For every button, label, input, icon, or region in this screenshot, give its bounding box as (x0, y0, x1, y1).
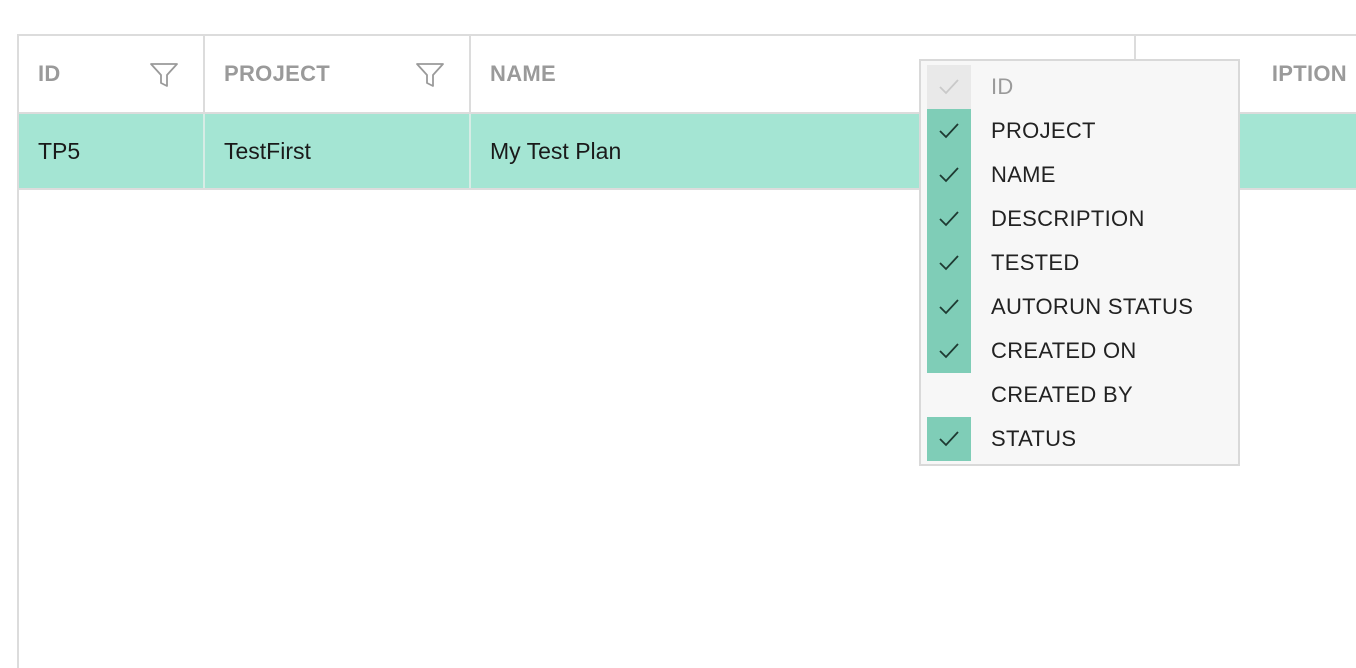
checkbox[interactable] (927, 65, 971, 109)
menu-item-status[interactable]: STATUS (927, 417, 1238, 461)
checkmark-icon (939, 79, 959, 95)
menu-item-label: CREATED ON (991, 338, 1137, 363)
checkmark-icon (939, 343, 959, 359)
menu-item-label: CREATED BY (991, 382, 1133, 407)
menu-item-name[interactable]: NAME (927, 153, 1238, 197)
checkbox[interactable] (927, 109, 971, 153)
column-header-label: NAME (490, 61, 556, 86)
checkbox[interactable] (927, 329, 971, 373)
checkbox[interactable] (927, 373, 971, 417)
menu-item-created-by[interactable]: CREATED BY (927, 373, 1238, 417)
column-chooser-menu: ID PROJECT NAME DESCRIPTION TESTED AUTOR… (919, 59, 1240, 466)
checkbox[interactable] (927, 197, 971, 241)
cell-id[interactable]: TP5 (19, 114, 205, 188)
filter-funnel-icon[interactable] (415, 60, 445, 90)
menu-item-tested[interactable]: TESTED (927, 241, 1238, 285)
menu-item-project[interactable]: PROJECT (927, 109, 1238, 153)
menu-item-label: STATUS (991, 426, 1077, 451)
menu-item-label: NAME (991, 162, 1056, 187)
column-header-label: IPTION (1271, 61, 1347, 86)
menu-item-autorun-status[interactable]: AUTORUN STATUS (927, 285, 1238, 329)
cell-project[interactable]: TestFirst (205, 114, 471, 188)
column-header-project[interactable]: PROJECT (205, 36, 471, 112)
checkbox[interactable] (927, 241, 971, 285)
menu-item-label: PROJECT (991, 118, 1096, 143)
checkmark-icon (939, 211, 959, 227)
menu-item-id[interactable]: ID (927, 65, 1238, 109)
checkmark-icon (939, 123, 959, 139)
column-header-label: ID (38, 61, 61, 86)
checkbox[interactable] (927, 285, 971, 329)
checkmark-icon (939, 299, 959, 315)
menu-item-label: AUTORUN STATUS (991, 294, 1194, 319)
checkbox[interactable] (927, 417, 971, 461)
checkmark-icon (939, 255, 959, 271)
column-header-id[interactable]: ID (19, 36, 205, 112)
column-header-label: PROJECT (224, 61, 331, 86)
menu-item-created-on[interactable]: CREATED ON (927, 329, 1238, 373)
menu-item-description[interactable]: DESCRIPTION (927, 197, 1238, 241)
menu-item-label: TESTED (991, 250, 1080, 275)
checkmark-icon (939, 167, 959, 183)
checkmark-icon (939, 431, 959, 447)
menu-item-label: ID (991, 74, 1014, 99)
menu-item-label: DESCRIPTION (991, 206, 1145, 231)
checkbox[interactable] (927, 153, 971, 197)
filter-funnel-icon[interactable] (149, 60, 179, 90)
